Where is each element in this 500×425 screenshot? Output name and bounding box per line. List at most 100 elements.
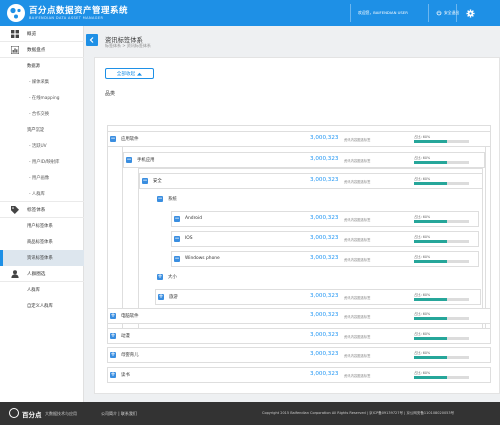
progress-fill <box>414 298 447 301</box>
tree-row-label: Windows phone <box>185 256 220 261</box>
tree-row[interactable]: + 读书 3,000,323 资讯内容圈选标签 占比: 60% <box>107 367 491 383</box>
sidebar-item-label: 人群库 <box>27 288 40 293</box>
progress-fill <box>414 260 447 263</box>
tree-row[interactable]: + 母婴育儿 3,000,323 资讯内容圈选标签 占比: 60% <box>107 347 491 363</box>
expand-toggle-icon[interactable]: + <box>110 313 116 319</box>
tree-row[interactable]: + 动漫 3,000,323 资讯内容圈选标签 占比: 60% <box>107 328 491 344</box>
tree-row-description: 资讯内容圈选标签 <box>344 217 371 222</box>
tree-row-count: 3,000,323 <box>310 293 339 299</box>
sidebar-item-label: 数据盘点 <box>27 47 46 53</box>
tree-row-description: 资讯内容圈选标签 <box>344 295 371 300</box>
sidebar-toggle-button[interactable] <box>86 34 98 46</box>
tree-row-count: 3,000,323 <box>310 177 339 183</box>
sidebar-item-crowd-lib[interactable]: 人群库 <box>0 282 84 298</box>
progress-fill <box>414 161 447 164</box>
sidebar-item-product-tags[interactable]: 商品标签体系 <box>0 234 84 250</box>
sidebar-item-custom-crowd[interactable]: 自定义人群库 <box>0 298 84 314</box>
progress-fill <box>414 140 447 143</box>
sidebar-item-label: 资讯标签体系 <box>27 256 53 261</box>
expand-toggle-icon[interactable]: + <box>110 333 116 339</box>
sidebar-item-user-tags[interactable]: 用户标签体系 <box>0 218 84 234</box>
progress-fill <box>414 182 447 185</box>
tree-row-label: 安全 <box>153 179 162 184</box>
expand-toggle-icon[interactable]: + <box>110 352 116 358</box>
tree-row[interactable]: − Android 3,000,323 资讯内容圈选标签 占比: 60% <box>171 211 479 227</box>
sidebar-item-active-uv[interactable]: - 活跃UV <box>0 138 84 154</box>
progress-fill <box>414 317 447 320</box>
sidebar-item-online-mapping[interactable]: - 在线mapping <box>0 90 84 106</box>
tree-row-label: 读书 <box>121 373 130 378</box>
sidebar-item-media-collect[interactable]: - 媒体采集 <box>0 74 84 90</box>
tree-row[interactable]: − 应用软件 3,000,323 资讯内容圈选标签 占比: 60% <box>107 131 491 147</box>
sidebar-item-overview[interactable]: 概览 <box>0 26 84 42</box>
collapse-toggle-icon[interactable]: − <box>126 157 132 163</box>
progress-fill <box>414 356 447 359</box>
tree-row-percent: 占比: 60% <box>414 235 431 239</box>
tree-row[interactable]: + 旅游 3,000,323 资讯内容圈选标签 占比: 60% <box>155 289 481 305</box>
tree-row[interactable]: − IOS 3,000,323 资讯内容圈选标签 占比: 60% <box>171 231 479 247</box>
chevron-left-icon <box>89 37 94 43</box>
sidebar-item-asset-insight[interactable]: 资产沉淀 <box>0 122 84 138</box>
gear-icon <box>465 8 475 18</box>
tree-row-percent: 占比: 60% <box>414 255 431 259</box>
collapse-toggle-icon[interactable]: − <box>142 178 148 184</box>
tree-row[interactable]: − Windows phone 3,000,323 资讯内容圈选标签 占比: 60% <box>171 251 479 267</box>
sidebar-item-news-tags[interactable]: 资讯标签体系 <box>0 250 84 266</box>
tree-row-label: 系统 <box>168 197 177 202</box>
sidebar-item-label: 资产沉淀 <box>27 128 45 133</box>
footer-copyright: Copyright 2015 Baifendian Corporation Al… <box>262 411 455 415</box>
sidebar-item-user-profile[interactable]: - 用户画像 <box>0 170 84 186</box>
tree-row-percent: 占比: 60% <box>414 312 431 316</box>
app-title: 百分点数据资产管理系统 <box>29 6 129 16</box>
collapse-toggle-icon[interactable]: − <box>110 136 116 142</box>
collapse-toggle-icon[interactable]: − <box>174 236 180 242</box>
sidebar-item-data-assets[interactable]: 数据盘点 <box>0 42 84 58</box>
sidebar-item-data-source[interactable]: 数据源 <box>0 58 84 74</box>
tree-row-count: 3,000,323 <box>310 351 339 357</box>
sidebar-item-label: 人群圈选 <box>27 271 46 277</box>
sidebar-item-tags[interactable]: 标签体系 <box>0 202 84 218</box>
tag-tree: − 应用软件 3,000,323 资讯内容圈选标签 占比: 60% − 手机应用 3,000,… <box>95 58 500 395</box>
footer-slogan: 大数据技术与应用 <box>45 410 77 416</box>
collapse-toggle-icon[interactable]: − <box>174 216 180 222</box>
sidebar-item-cooperation[interactable]: - 合作交换 <box>0 106 84 122</box>
collapse-toggle-icon[interactable]: − <box>174 256 180 262</box>
tree-row-label: 动漫 <box>121 334 130 339</box>
collapse-toggle-icon[interactable]: − <box>157 196 163 202</box>
tree-row-percent: 占比: 60% <box>414 351 431 355</box>
expand-toggle-icon[interactable]: + <box>157 274 163 280</box>
tree-row-percent: 占比: 60% <box>414 156 431 160</box>
tree-row-count: 3,000,323 <box>310 312 339 318</box>
header-divider <box>428 4 429 22</box>
tree-row-description: 资讯内容圈选标签 <box>344 334 371 339</box>
tree-row-percent: 占比: 60% <box>414 177 431 181</box>
tree-row[interactable]: − 系统 <box>155 192 481 208</box>
sidebar-item-crowd-library[interactable]: - 人群库 <box>0 186 84 202</box>
tree-row[interactable]: − 安全 3,000,323 资讯内容圈选标签 占比: 60% <box>139 173 483 189</box>
logo-icon <box>7 4 25 22</box>
footer-links[interactable]: 公司简介 | 联系我们 <box>101 411 137 417</box>
tree-row-label: Android <box>185 216 202 221</box>
sidebar-item-user-id-mapping[interactable]: - 用户ID/映射库 <box>0 154 84 170</box>
footer-brand: 百分点 <box>22 411 42 419</box>
tree-row-percent: 占比: 60% <box>414 135 431 139</box>
header-divider <box>350 4 351 22</box>
tree-row[interactable]: + 电脑软件 3,000,323 资讯内容圈选标签 占比: 60% <box>107 308 491 324</box>
sidebar-item-label: 概览 <box>27 31 37 37</box>
settings-button[interactable] <box>462 5 478 21</box>
tree-row[interactable]: + 大小 <box>155 270 481 286</box>
sidebar-item-label: 数据源 <box>27 64 40 69</box>
app-subtitle: BAIFENDIAN DATA ASSET MANAGER <box>29 16 104 20</box>
sidebar-item-label: 标签体系 <box>27 207 46 213</box>
power-icon <box>436 10 442 16</box>
sidebar-item-crowd[interactable]: 人群圈选 <box>0 266 84 282</box>
expand-toggle-icon[interactable]: + <box>158 294 164 300</box>
progress-fill <box>414 376 447 379</box>
tree-row-description: 资讯内容圈选标签 <box>344 137 371 142</box>
expand-toggle-icon[interactable]: + <box>110 372 116 378</box>
tree-row[interactable]: − 手机应用 3,000,323 资讯内容圈选标签 占比: 60% <box>123 152 485 168</box>
tree-row-count: 3,000,323 <box>310 371 339 377</box>
tree-row-progress-bar <box>414 317 469 320</box>
progress-fill <box>414 220 447 223</box>
tree-row-label: 旅游 <box>169 295 178 300</box>
